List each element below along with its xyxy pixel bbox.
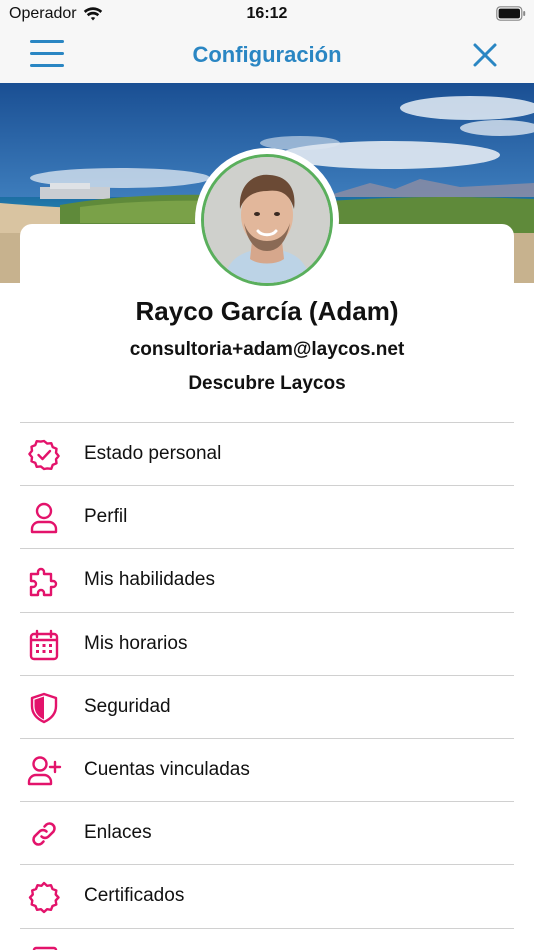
badge-check-icon — [28, 439, 60, 471]
menu-item-label: Estado personal — [84, 443, 222, 464]
menu-item-label: Certificados — [84, 885, 185, 907]
certificate-icon — [28, 882, 60, 914]
hamburger-icon-line — [30, 40, 64, 43]
menu-item-mis-habilidades[interactable]: Mis habilidades — [20, 548, 514, 611]
status-time: 16:12 — [246, 5, 288, 22]
hamburger-icon-line — [30, 52, 64, 55]
menu-item-label: Cuentas vinculadas — [84, 758, 250, 780]
user-email: consultoria+adam@laycos.net — [129, 339, 405, 360]
navigation-bar: Configuración — [0, 28, 534, 83]
menu-item-label: Mis habilidades — [84, 569, 215, 591]
avatar-photo — [204, 157, 330, 283]
menu-item-label: Seguridad — [84, 695, 171, 717]
organization-name: Descubre Laycos — [188, 373, 346, 394]
avatar-photo-frame — [201, 154, 333, 286]
link-icon — [32, 822, 56, 846]
user-name: Rayco García (Adam) — [135, 296, 399, 326]
user-icon — [30, 502, 58, 534]
menu-item-certificados[interactable]: Certificados — [20, 864, 514, 927]
document-icon — [32, 946, 58, 950]
hamburger-menu-button[interactable] — [30, 40, 64, 70]
menu-item-mis-horarios[interactable]: Mis horarios — [20, 611, 514, 675]
settings-menu-list: Estado personal Perfil Mis habilidades M… — [20, 422, 514, 950]
puzzle-icon — [29, 568, 58, 597]
menu-item-partial[interactable] — [20, 927, 514, 950]
shield-icon — [30, 692, 58, 723]
menu-item-perfil[interactable]: Perfil — [20, 485, 514, 548]
avatar[interactable] — [195, 148, 339, 292]
user-plus-icon — [27, 756, 62, 786]
page-title: Configuración — [192, 42, 342, 67]
hamburger-icon-line — [30, 64, 64, 67]
close-icon[interactable] — [472, 42, 498, 68]
menu-item-seguridad[interactable]: Seguridad — [20, 674, 514, 738]
calendar-icon — [29, 629, 59, 660]
menu-item-estado-personal[interactable]: Estado personal — [20, 422, 514, 485]
menu-item-label: Perfil — [84, 506, 128, 528]
menu-item-enlaces[interactable]: Enlaces — [20, 801, 514, 864]
menu-item-label: Mis horarios — [84, 632, 188, 654]
menu-item-cuentas-vinculadas[interactable]: Cuentas vinculadas — [20, 737, 514, 801]
menu-item-label: Enlaces — [84, 822, 152, 844]
battery-icon — [496, 6, 526, 21]
status-bar: Operador 16:12 — [0, 0, 534, 28]
